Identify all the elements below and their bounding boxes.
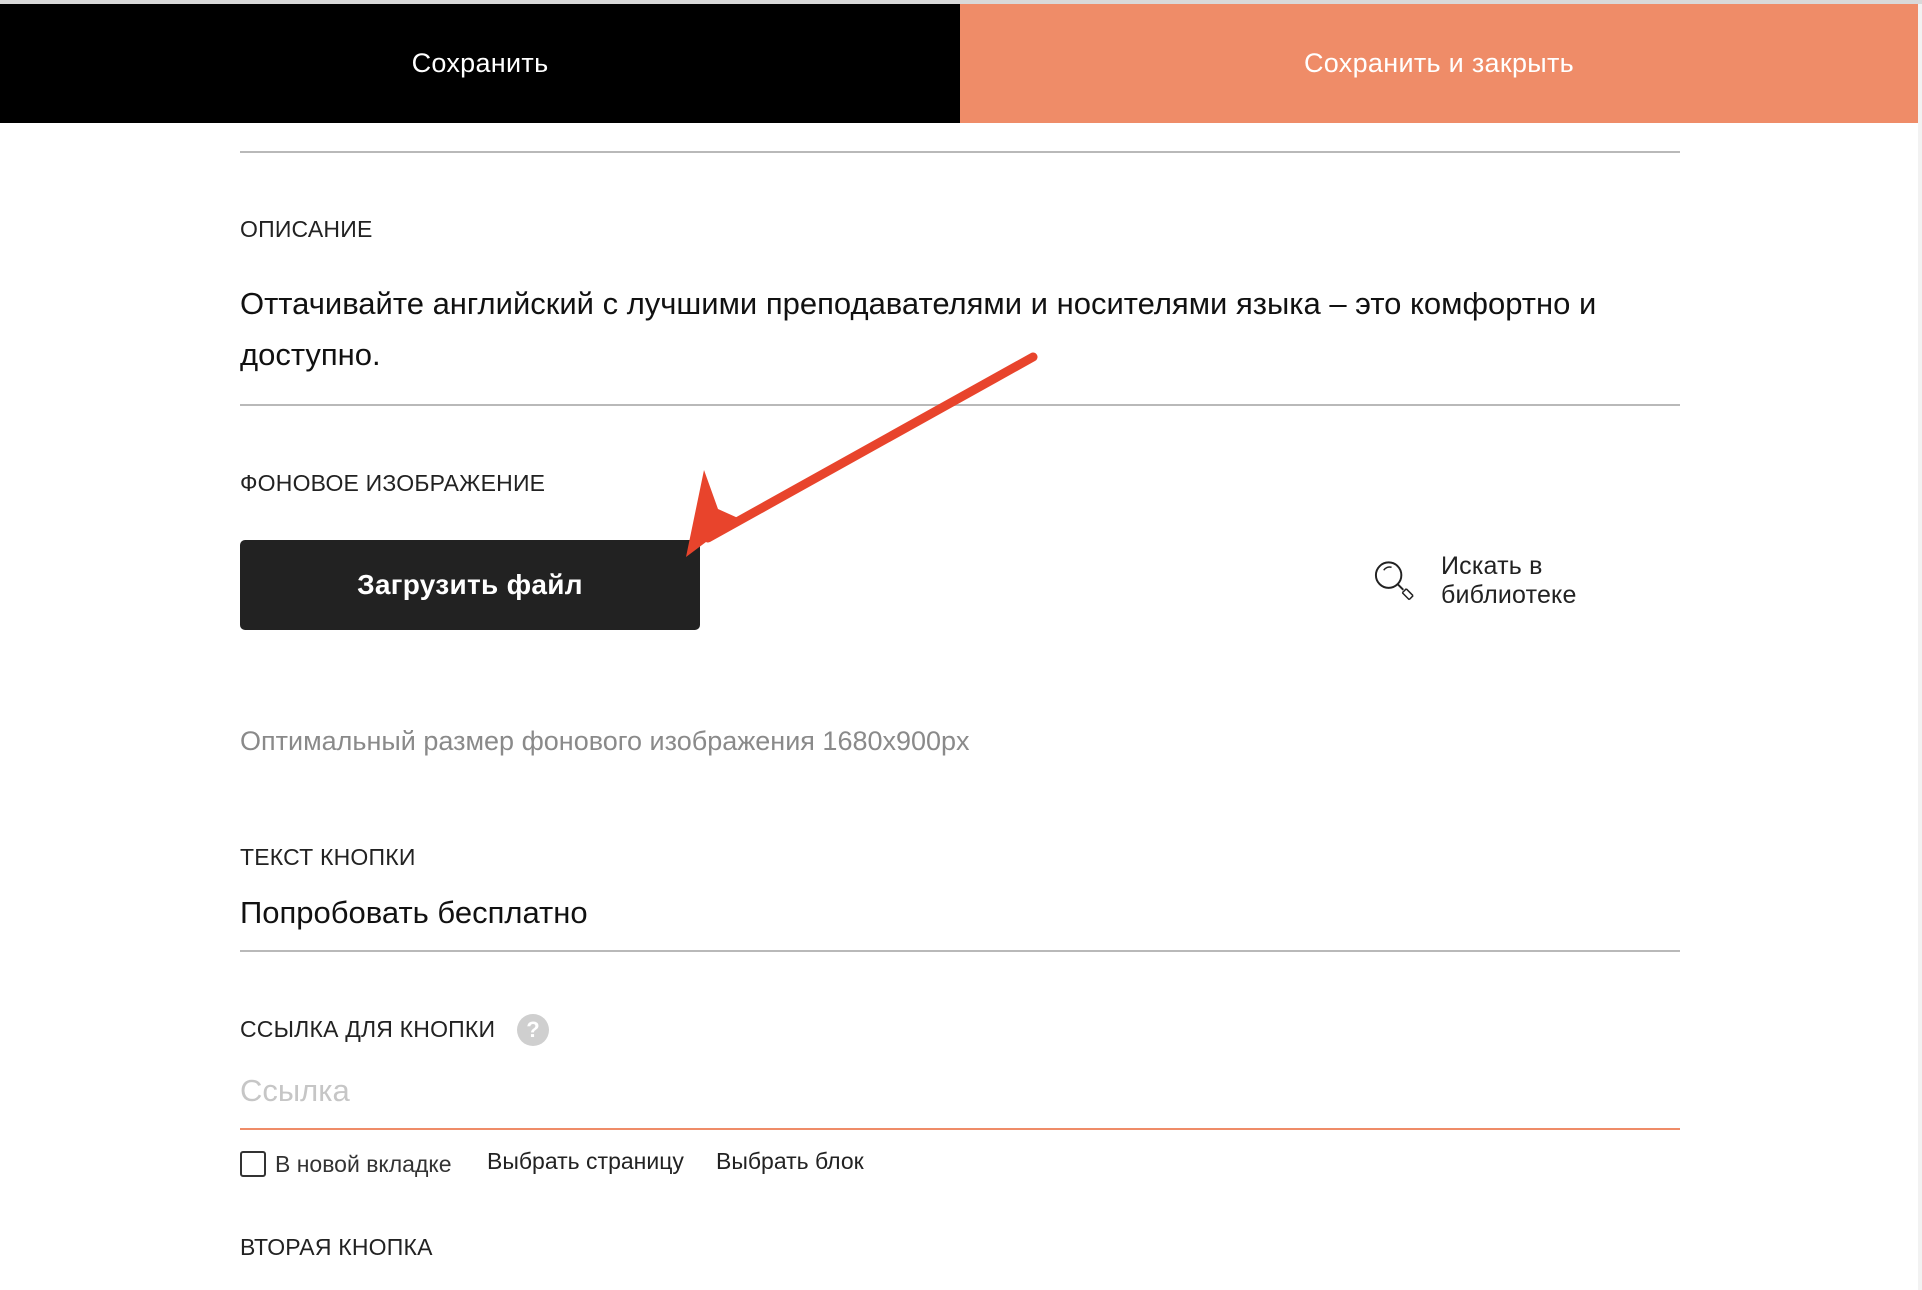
search-library-label: Искать в библиотеке <box>1441 552 1577 609</box>
search-library-link[interactable]: Искать в библиотеке <box>1372 552 1680 609</box>
background-image-label: ФОНОВОЕ ИЗОБРАЖЕНИЕ <box>240 470 546 496</box>
top-action-bar: Сохранить Сохранить и закрыть <box>0 4 1918 123</box>
new-tab-label: В новой вкладке <box>275 1150 452 1177</box>
button-link-input[interactable] <box>240 1066 1680 1116</box>
upload-file-button[interactable]: Загрузить файл <box>240 540 700 630</box>
section-divider <box>240 404 1680 406</box>
save-button[interactable]: Сохранить <box>0 4 960 123</box>
choose-block-link[interactable]: Выбрать блок <box>716 1148 864 1175</box>
button-text-underline <box>240 950 1680 952</box>
choose-page-link[interactable]: Выбрать страницу <box>487 1148 684 1175</box>
search-icon <box>1374 561 1414 601</box>
button-link-label: ССЫЛКА ДЛЯ КНОПКИ <box>240 1016 496 1042</box>
button-link-underline <box>240 1128 1680 1130</box>
background-size-hint: Оптимальный размер фонового изображения … <box>240 726 970 756</box>
save-and-close-button[interactable]: Сохранить и закрыть <box>960 4 1918 123</box>
scrollbar-track <box>1918 4 1922 1290</box>
section-divider <box>240 151 1680 153</box>
red-arrow-icon <box>703 352 1038 543</box>
new-tab-checkbox[interactable]: В новой вкладке <box>240 1146 452 1182</box>
description-field[interactable]: Оттачивайте английский с лучшими препода… <box>240 278 1640 380</box>
description-label: ОПИСАНИЕ <box>240 216 373 242</box>
question-icon[interactable]: ? <box>517 1014 549 1046</box>
button-text-field[interactable]: Попробовать бесплатно <box>240 895 588 931</box>
checkbox-icon[interactable] <box>240 1151 266 1177</box>
button-text-label: ТЕКСТ КНОПКИ <box>240 844 416 870</box>
second-button-label: ВТОРАЯ КНОПКА <box>240 1234 433 1260</box>
